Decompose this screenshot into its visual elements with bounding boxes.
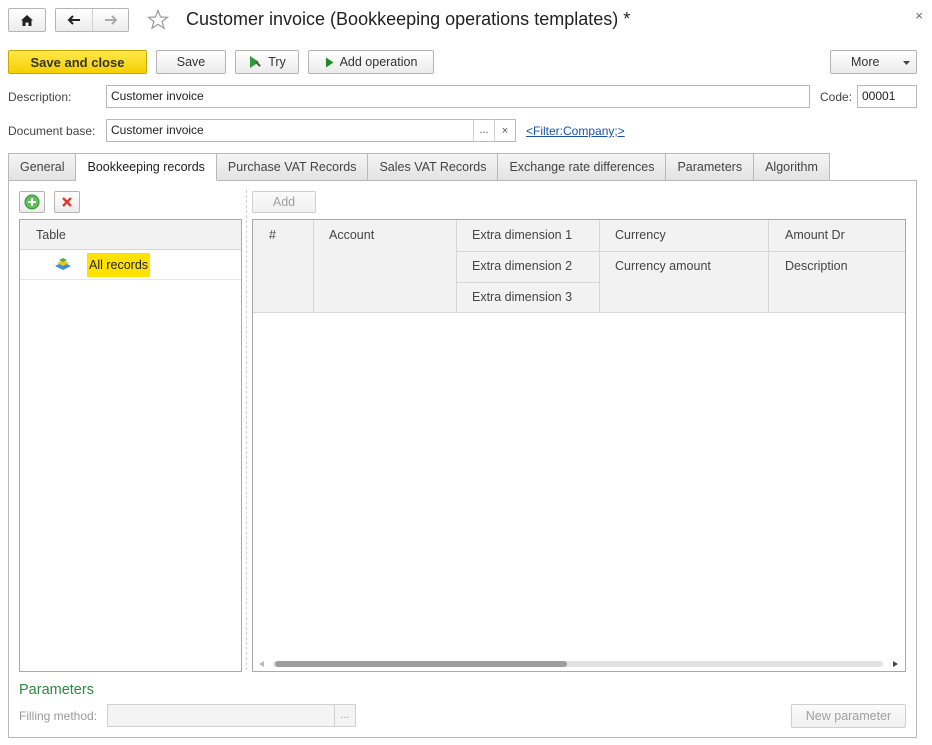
col-divider: [313, 220, 314, 313]
history-nav: [55, 8, 129, 32]
add-record-button[interactable]: Add: [252, 191, 316, 213]
filling-method-select-button[interactable]: ...: [334, 704, 356, 727]
save-button[interactable]: Save: [156, 50, 226, 74]
table-list: Table All records: [19, 219, 242, 672]
row-divider: [599, 251, 905, 252]
col-currency[interactable]: Currency: [615, 228, 666, 242]
code-field[interactable]: 00001: [857, 85, 917, 108]
description-field[interactable]: Customer invoice: [106, 85, 810, 108]
tab-parameters[interactable]: Parameters: [666, 153, 755, 181]
add-operation-button[interactable]: Add operation: [308, 50, 434, 74]
all-records-label: All records: [87, 253, 151, 277]
close-icon[interactable]: ×: [915, 8, 923, 23]
save-label: Save: [176, 55, 206, 69]
back-button[interactable]: [56, 9, 92, 31]
scroll-right-icon[interactable]: [893, 661, 898, 667]
add-table-button[interactable]: [19, 191, 45, 213]
tab-bookkeeping-records[interactable]: Bookkeeping records: [76, 153, 217, 181]
col-currency-amount[interactable]: Currency amount: [615, 259, 711, 273]
tab-purchase-vat-records[interactable]: Purchase VAT Records: [216, 153, 369, 181]
new-parameter-button[interactable]: New parameter: [791, 704, 906, 728]
code-label: Code:: [820, 90, 853, 104]
table-header-label: Table: [36, 228, 66, 242]
scrollbar-thumb[interactable]: [275, 661, 567, 667]
row-divider: [456, 251, 599, 252]
save-and-close-label: Save and close: [30, 54, 125, 70]
try-button[interactable]: Try: [235, 50, 299, 74]
play-icon: [325, 57, 334, 67]
add-operation-label: Add operation: [339, 55, 418, 69]
arrow-right-icon: [104, 15, 117, 25]
try-icon: [250, 56, 262, 68]
horizontal-scrollbar[interactable]: [257, 658, 901, 670]
table-row[interactable]: All records: [20, 250, 241, 280]
home-icon: [21, 14, 33, 26]
favorite-star-icon[interactable]: [146, 8, 170, 33]
col-account[interactable]: Account: [329, 228, 374, 242]
document-base-field[interactable]: Customer invoice: [106, 119, 474, 142]
tab-general[interactable]: General: [8, 153, 77, 181]
tab-algorithm[interactable]: Algorithm: [754, 153, 830, 181]
filling-method-field[interactable]: [107, 704, 335, 727]
chevron-down-icon: [903, 61, 910, 65]
document-base-select-button[interactable]: ...: [473, 119, 495, 142]
delete-x-icon: [62, 197, 72, 207]
document-base-label: Document base:: [8, 124, 96, 138]
try-label: Try: [268, 55, 286, 69]
delete-table-button[interactable]: [54, 191, 80, 213]
col-extra-dimension-3[interactable]: Extra dimension 3: [472, 290, 572, 304]
arrow-left-icon: [67, 15, 80, 25]
tab-exchange-rate-differences[interactable]: Exchange rate differences: [498, 153, 667, 181]
col-divider: [456, 220, 457, 313]
more-button[interactable]: More: [830, 50, 917, 74]
row-divider: [456, 282, 599, 283]
panel-splitter[interactable]: [246, 190, 247, 670]
document-base-clear-button[interactable]: ×: [494, 119, 516, 142]
filling-method-label: Filling method:: [19, 709, 98, 723]
records-grid: # Account Extra dimension 1 Extra dimens…: [252, 219, 906, 672]
window-title: Customer invoice (Bookkeeping operations…: [186, 9, 631, 29]
col-divider: [768, 220, 769, 313]
col-divider: [599, 220, 600, 313]
description-label: Description:: [8, 90, 72, 104]
plus-circle-icon: [24, 194, 40, 210]
col-extra-dimension-1[interactable]: Extra dimension 1: [472, 228, 572, 242]
more-label: More: [851, 55, 880, 69]
col-extra-dimension-2[interactable]: Extra dimension 2: [472, 259, 572, 273]
col-amount-dr[interactable]: Amount Dr: [785, 228, 845, 242]
tab-sales-vat-records[interactable]: Sales VAT Records: [368, 153, 499, 181]
filter-company-link[interactable]: <Filter:Company;>: [526, 124, 625, 138]
save-and-close-button[interactable]: Save and close: [8, 50, 147, 74]
add-record-label: Add: [272, 195, 296, 209]
home-button[interactable]: [8, 8, 46, 32]
forward-button[interactable]: [92, 9, 128, 31]
tab-strip: General Bookkeeping records Purchase VAT…: [8, 153, 830, 181]
table-list-header: Table: [20, 220, 241, 250]
scroll-left-icon[interactable]: [259, 661, 264, 667]
records-stack-icon: [55, 258, 71, 270]
parameters-section-title: Parameters: [19, 682, 94, 698]
col-number[interactable]: #: [269, 228, 276, 242]
new-parameter-label: New parameter: [805, 709, 892, 723]
col-description[interactable]: Description: [785, 259, 848, 273]
